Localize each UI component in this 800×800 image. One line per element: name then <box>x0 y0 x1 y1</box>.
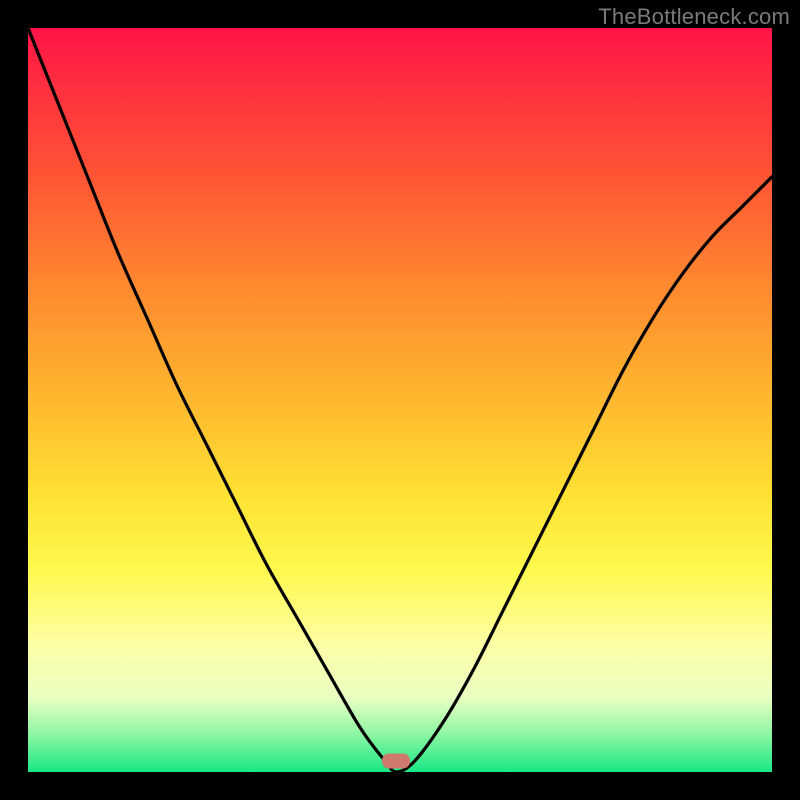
plot-area <box>28 28 772 772</box>
bottleneck-curve <box>28 28 772 772</box>
watermark-text: TheBottleneck.com <box>598 4 790 30</box>
optimal-marker <box>382 753 410 768</box>
chart-frame: TheBottleneck.com <box>0 0 800 800</box>
